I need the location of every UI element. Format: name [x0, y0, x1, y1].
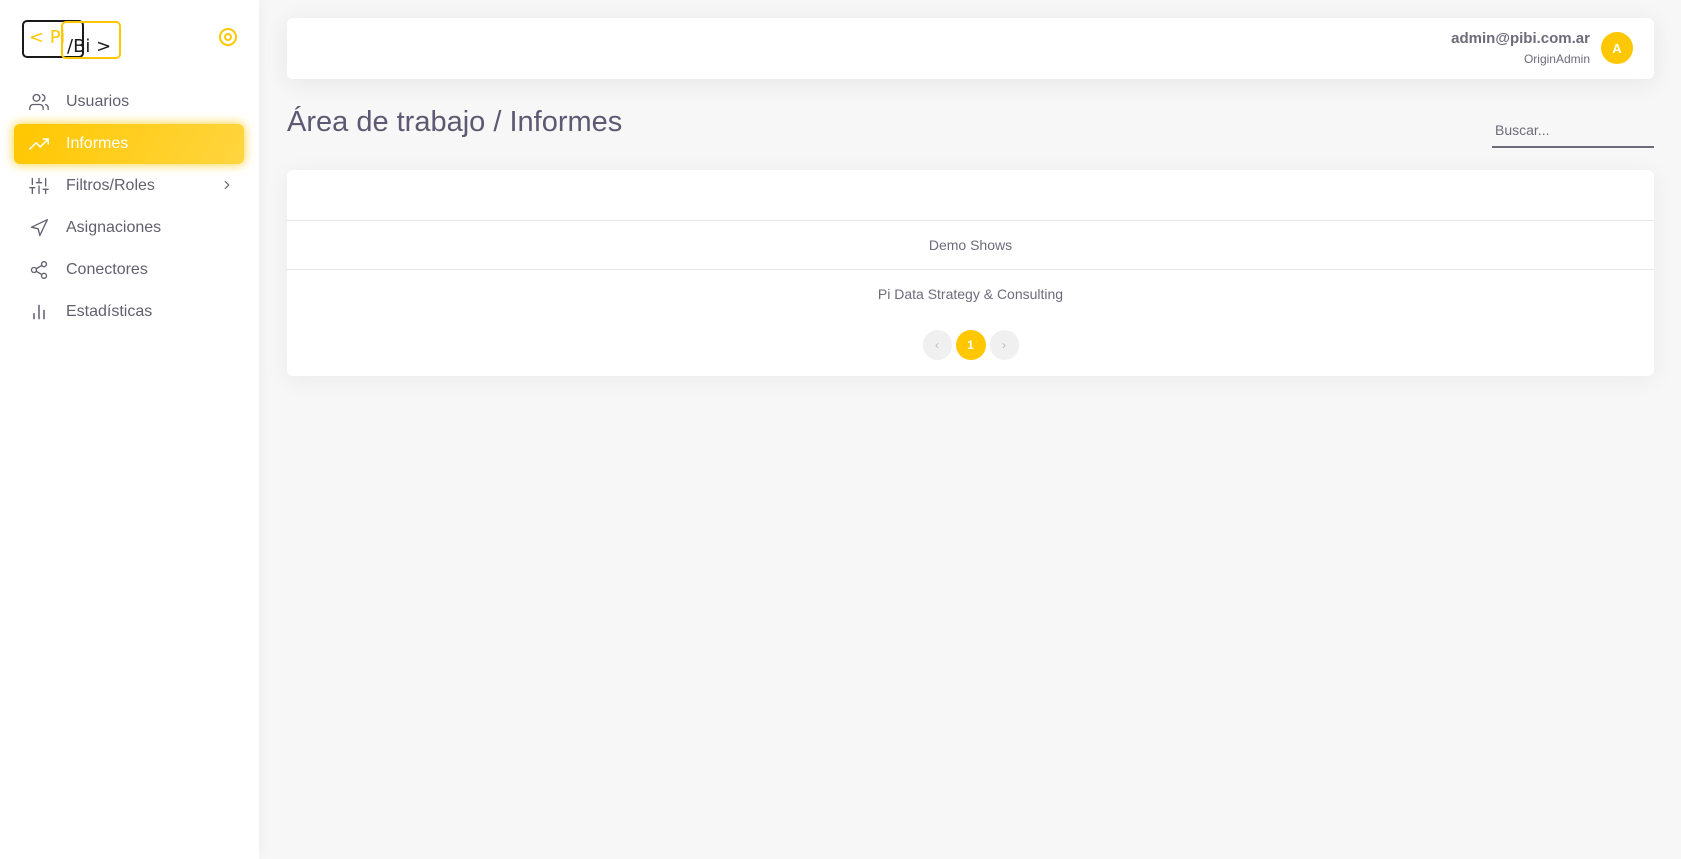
pagination-next-button[interactable]: ›	[989, 330, 1019, 360]
navigation-icon	[28, 217, 50, 239]
sliders-icon	[28, 175, 50, 197]
pagination-prev-button[interactable]: ‹	[922, 330, 952, 360]
brand-logo[interactable]: < Pi /Bi >	[22, 20, 122, 60]
sidebar-item-label: Estadísticas	[66, 303, 153, 320]
app-shell: < Pi /Bi > Usuarios Informes Filtros/Rol…	[0, 0, 1681, 859]
sidebar-item-label: Conectores	[66, 261, 148, 278]
trending-up-icon	[28, 133, 50, 155]
sidebar-item-conectores[interactable]: Conectores	[14, 250, 244, 290]
circle-dot-icon	[219, 28, 237, 46]
sidebar-item-informes[interactable]: Informes	[14, 124, 244, 164]
sidebar-item-label: Filtros/Roles	[66, 177, 155, 194]
chevron-right-icon	[220, 178, 234, 192]
top-navbar: admin@pibi.com.ar OriginAdmin A	[287, 18, 1654, 79]
logo-bi-text: /Bi >	[67, 36, 111, 57]
sidebar-pin-toggle[interactable]	[218, 27, 238, 47]
share-icon	[28, 259, 50, 281]
pagination-page-1[interactable]: 1	[955, 330, 986, 360]
logo-pi-text: < Pi	[29, 27, 65, 48]
sidebar-item-filtros-roles[interactable]: Filtros/Roles	[14, 166, 244, 206]
bar-chart-icon	[28, 301, 50, 323]
sidebar-nav: Usuarios Informes Filtros/Roles Asignaci…	[14, 82, 244, 334]
search-input[interactable]	[1492, 114, 1654, 148]
user-email: admin@pibi.com.ar	[1451, 30, 1590, 47]
page-title: Área de trabajo / Informes	[287, 106, 623, 138]
sidebar-item-estadisticas[interactable]: Estadísticas	[14, 292, 244, 332]
user-info[interactable]: admin@pibi.com.ar OriginAdmin	[1451, 30, 1590, 67]
report-row-demo-shows[interactable]: Demo Shows	[287, 221, 1654, 269]
sidebar-item-label: Usuarios	[66, 93, 130, 110]
pagination: ‹ 1 ›	[287, 330, 1654, 360]
sidebar: < Pi /Bi > Usuarios Informes Filtros/Rol…	[0, 0, 259, 859]
reports-card: Demo Shows Pi Data Strategy & Consulting…	[287, 170, 1654, 376]
main-content: admin@pibi.com.ar OriginAdmin A Área de …	[259, 0, 1681, 859]
sidebar-item-label: Asignaciones	[66, 219, 162, 236]
sidebar-item-asignaciones[interactable]: Asignaciones	[14, 208, 244, 248]
sidebar-item-label: Informes	[66, 135, 129, 152]
users-icon	[28, 91, 50, 113]
report-row-pi-data-strategy[interactable]: Pi Data Strategy & Consulting	[287, 269, 1654, 317]
avatar[interactable]: A	[1601, 32, 1633, 64]
sidebar-item-usuarios[interactable]: Usuarios	[14, 82, 244, 122]
reports-card-header	[287, 170, 1654, 221]
user-role: OriginAdmin	[1523, 52, 1590, 66]
